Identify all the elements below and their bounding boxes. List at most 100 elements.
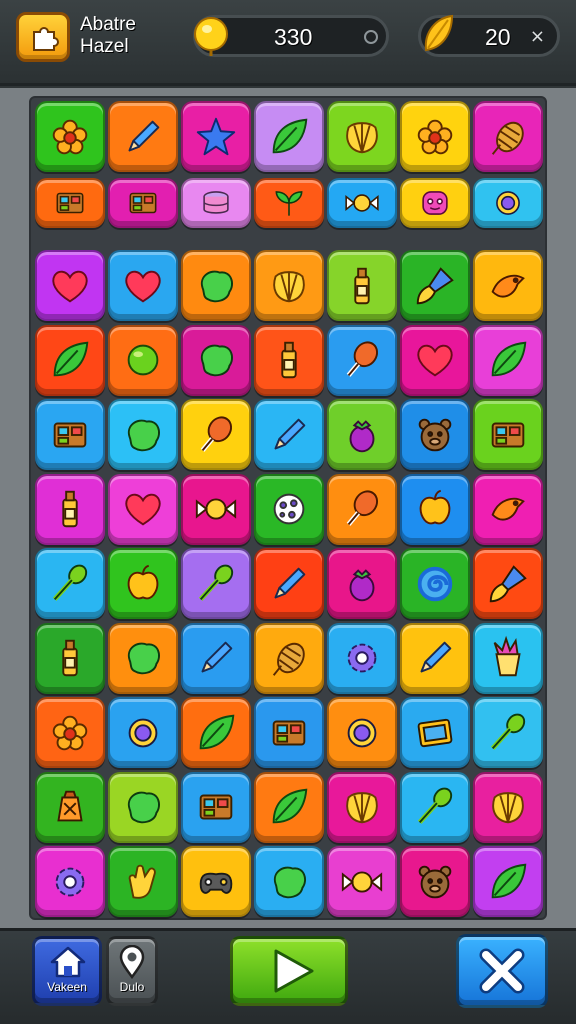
tile-r8-c5[interactable] <box>327 622 397 694</box>
leaf-icon <box>199 714 235 749</box>
tile-r2-c2[interactable] <box>108 177 178 228</box>
tile-r2-c1[interactable] <box>35 177 105 228</box>
cup-icon <box>493 635 521 677</box>
tile-r3-c3[interactable] <box>181 250 251 321</box>
game-board <box>29 96 547 920</box>
tile-r11-c6[interactable] <box>400 846 470 917</box>
tile-r9-c3[interactable] <box>181 697 251 768</box>
box-icon <box>53 422 87 447</box>
tile-r7-c7[interactable] <box>473 548 543 619</box>
tile-r8-c4[interactable] <box>254 622 324 694</box>
tile-r11-c2[interactable] <box>108 846 178 917</box>
tile-r10-c1[interactable] <box>35 771 105 843</box>
star-icon <box>196 117 236 155</box>
tile-r8-c1[interactable] <box>35 622 105 694</box>
leaf-icon <box>272 118 308 153</box>
tile-r6-c7[interactable] <box>473 473 543 545</box>
box-icon <box>199 794 233 820</box>
tile-r10-c7[interactable] <box>473 771 543 843</box>
tile-r7-c6[interactable] <box>400 548 470 619</box>
tile-r3-c1[interactable] <box>35 250 105 321</box>
tile-r11-c4[interactable] <box>254 846 324 917</box>
tile-r9-c4[interactable] <box>254 697 324 768</box>
tile-r7-c1[interactable] <box>35 548 105 619</box>
tile-r6-c1[interactable] <box>35 473 105 545</box>
tile-r6-c2[interactable] <box>108 473 178 545</box>
title-line-1: Abatre <box>80 14 136 35</box>
ring-icon <box>347 718 377 747</box>
tile-r10-c6[interactable] <box>400 771 470 843</box>
add-coins-button[interactable] <box>364 30 378 44</box>
tile-r1-c7[interactable] <box>473 101 543 172</box>
drumstick-icon <box>200 415 233 452</box>
map-button[interactable]: Dulo <box>106 936 158 1006</box>
tile-r11-c1[interactable] <box>35 846 105 917</box>
close-button[interactable] <box>456 934 548 1008</box>
home-button[interactable]: Vakeen <box>32 936 102 1006</box>
tile-r5-c3[interactable] <box>181 399 251 470</box>
tile-r5-c7[interactable] <box>473 399 543 470</box>
tile-r6-c3[interactable] <box>181 473 251 545</box>
bottle-icon <box>62 490 78 528</box>
tile-r4-c2[interactable] <box>108 324 178 396</box>
tile-r5-c5[interactable] <box>327 399 397 470</box>
tile-r6-c5[interactable] <box>327 473 397 545</box>
tile-r9-c6[interactable] <box>400 697 470 768</box>
tile-r9-c2[interactable] <box>108 697 178 768</box>
tile-r8-c7[interactable] <box>473 622 543 694</box>
tile-r10-c2[interactable] <box>108 771 178 843</box>
tile-r9-c1[interactable] <box>35 697 105 768</box>
tile-r10-c5[interactable] <box>327 771 397 843</box>
tile-r4-c4[interactable] <box>254 324 324 396</box>
blob-icon <box>127 419 160 451</box>
tile-r1-c2[interactable] <box>108 101 178 172</box>
tile-r5-c4[interactable] <box>254 399 324 470</box>
tile-r4-c1[interactable] <box>35 324 105 396</box>
ring-icon <box>496 190 520 215</box>
tile-r2-c7[interactable] <box>473 177 543 228</box>
box-icon <box>272 720 306 745</box>
tile-r8-c3[interactable] <box>181 622 251 694</box>
tile-r9-c5[interactable] <box>327 697 397 768</box>
tile-r8-c2[interactable] <box>108 622 178 694</box>
tile-r7-c3[interactable] <box>181 548 251 619</box>
tile-r2-c5[interactable] <box>327 177 397 228</box>
tile-r1-c5[interactable] <box>327 101 397 172</box>
tile-r1-c4[interactable] <box>254 101 324 172</box>
tile-r5-c2[interactable] <box>108 399 178 470</box>
tile-r4-c3[interactable] <box>181 324 251 396</box>
tile-r4-c7[interactable] <box>473 324 543 396</box>
tile-r7-c2[interactable] <box>108 548 178 619</box>
app-logo[interactable] <box>16 12 70 62</box>
tile-r3-c7[interactable] <box>473 250 543 321</box>
tile-r1-c3[interactable] <box>181 101 251 172</box>
ball-icon <box>127 344 159 376</box>
tile-r10-c4[interactable] <box>254 771 324 843</box>
tile-r1-c6[interactable] <box>400 101 470 172</box>
tile-r3-c4[interactable] <box>254 250 324 321</box>
tile-r3-c6[interactable] <box>400 250 470 321</box>
tile-r11-c5[interactable] <box>327 846 397 917</box>
tile-r9-c7[interactable] <box>473 697 543 768</box>
tile-r10-c3[interactable] <box>181 771 251 843</box>
tile-r8-c6[interactable] <box>400 622 470 694</box>
tile-r4-c5[interactable] <box>327 324 397 396</box>
tile-r3-c5[interactable] <box>327 250 397 321</box>
tile-r1-c1[interactable] <box>35 101 105 172</box>
tile-r4-c6[interactable] <box>400 324 470 396</box>
tile-r2-c6[interactable] <box>400 177 470 228</box>
tile-r7-c5[interactable] <box>327 548 397 619</box>
tile-r11-c7[interactable] <box>473 846 543 917</box>
tile-r6-c6[interactable] <box>400 473 470 545</box>
tile-r2-c3[interactable] <box>181 177 251 228</box>
tile-r2-c4[interactable] <box>254 177 324 228</box>
play-button[interactable] <box>230 936 348 1006</box>
tile-r6-c4[interactable] <box>254 473 324 545</box>
pinecone-icon <box>272 642 305 676</box>
tile-r5-c1[interactable] <box>35 399 105 470</box>
tile-r7-c4[interactable] <box>254 548 324 619</box>
tile-r5-c6[interactable] <box>400 399 470 470</box>
tile-r11-c3[interactable] <box>181 846 251 917</box>
gem-close-icon[interactable]: × <box>530 26 545 47</box>
tile-r3-c2[interactable] <box>108 250 178 321</box>
